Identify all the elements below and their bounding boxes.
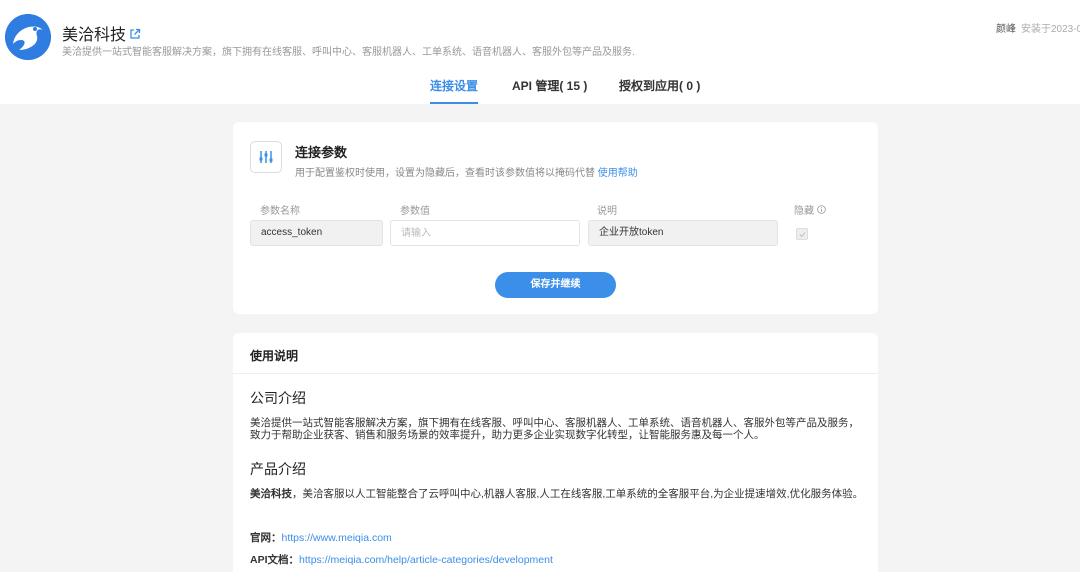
api-doc-row: API文档：https://meiqia.com/help/article-ca…	[250, 552, 553, 567]
external-link-icon[interactable]	[129, 27, 141, 39]
site-label: 官网：	[250, 532, 282, 544]
column-hidden: 隐藏	[794, 202, 826, 217]
card-subtitle: 用于配置鉴权时使用，设置为隐藏后，查看时该参数值将以掩码代替 使用帮助	[295, 164, 638, 179]
tab-connection-settings[interactable]: 连接设置	[430, 78, 479, 104]
app-title: 美洽科技	[62, 21, 141, 45]
column-param-name: 参数名称	[260, 206, 300, 217]
column-param-value: 参数值	[400, 206, 430, 217]
save-and-continue-button[interactable]: 保存并继续	[495, 272, 616, 298]
site-link[interactable]: https://www.meiqia.com	[282, 532, 392, 544]
tab-api-management[interactable]: API 管理( 15 )	[512, 78, 587, 104]
help-link[interactable]: 使用帮助	[598, 168, 638, 179]
app-description: 美洽提供一站式智能客服解决方案，旗下拥有在线客服、呼叫中心、客服机器人、工单系统…	[62, 47, 635, 58]
product-title: 产品介绍	[250, 461, 306, 477]
tab-authorized-apps[interactable]: 授权到应用( 0 )	[619, 78, 700, 104]
usage-card: 使用说明 公司介绍 美洽提供一站式智能客服解决方案，旗下拥有在线客服、呼叫中心、…	[233, 333, 878, 572]
param-value-input[interactable]	[390, 220, 580, 246]
card-title: 连接参数	[295, 145, 348, 160]
author-name: 颜峰	[996, 24, 1016, 35]
app-header: 美洽科技 美洽提供一站式智能客服解决方案，旗下拥有在线客服、呼叫中心、客服机器人…	[0, 0, 1080, 104]
column-hidden-label: 隐藏	[794, 206, 814, 217]
product-name: 美洽科技	[250, 488, 292, 500]
hidden-checkbox[interactable]	[796, 228, 808, 240]
info-icon[interactable]	[817, 205, 826, 214]
app-meta: 颜峰 安装于2023-0	[996, 20, 1080, 35]
company-text: 美洽提供一站式智能客服解决方案，旗下拥有在线客服、呼叫中心、客服机器人、工单系统…	[250, 417, 859, 441]
column-description: 说明	[597, 206, 617, 217]
install-date: 安装于2023-0	[1021, 24, 1080, 35]
tab-bar: 连接设置 API 管理( 15 ) 授权到应用( 0 )	[0, 78, 1080, 104]
sliders-icon	[250, 141, 282, 173]
app-name: 美洽科技	[62, 27, 127, 44]
usage-title: 使用说明	[250, 349, 299, 363]
product-description: ，美洽客服以人工智能整合了云呼叫中心,机器人客服,人工在线客服,工单系统的全客服…	[292, 488, 864, 500]
site-row: 官网：https://www.meiqia.com	[250, 530, 392, 545]
card-subtitle-text: 用于配置鉴权时使用，设置为隐藏后，查看时该参数值将以掩码代替	[295, 168, 595, 179]
api-doc-label: API文档：	[250, 554, 300, 566]
connection-params-card: 连接参数 用于配置鉴权时使用，设置为隐藏后，查看时该参数值将以掩码代替 使用帮助…	[233, 122, 878, 314]
divider	[233, 373, 878, 374]
app-logo	[5, 14, 51, 60]
param-description-field: 企业开放token	[588, 220, 778, 246]
product-text: 美洽科技，美洽客服以人工智能整合了云呼叫中心,机器人客服,人工在线客服,工单系统…	[250, 488, 865, 500]
api-doc-link[interactable]: https://meiqia.com/help/article-categori…	[299, 554, 553, 566]
param-name-field: access_token	[250, 220, 383, 246]
company-title: 公司介绍	[250, 390, 306, 406]
